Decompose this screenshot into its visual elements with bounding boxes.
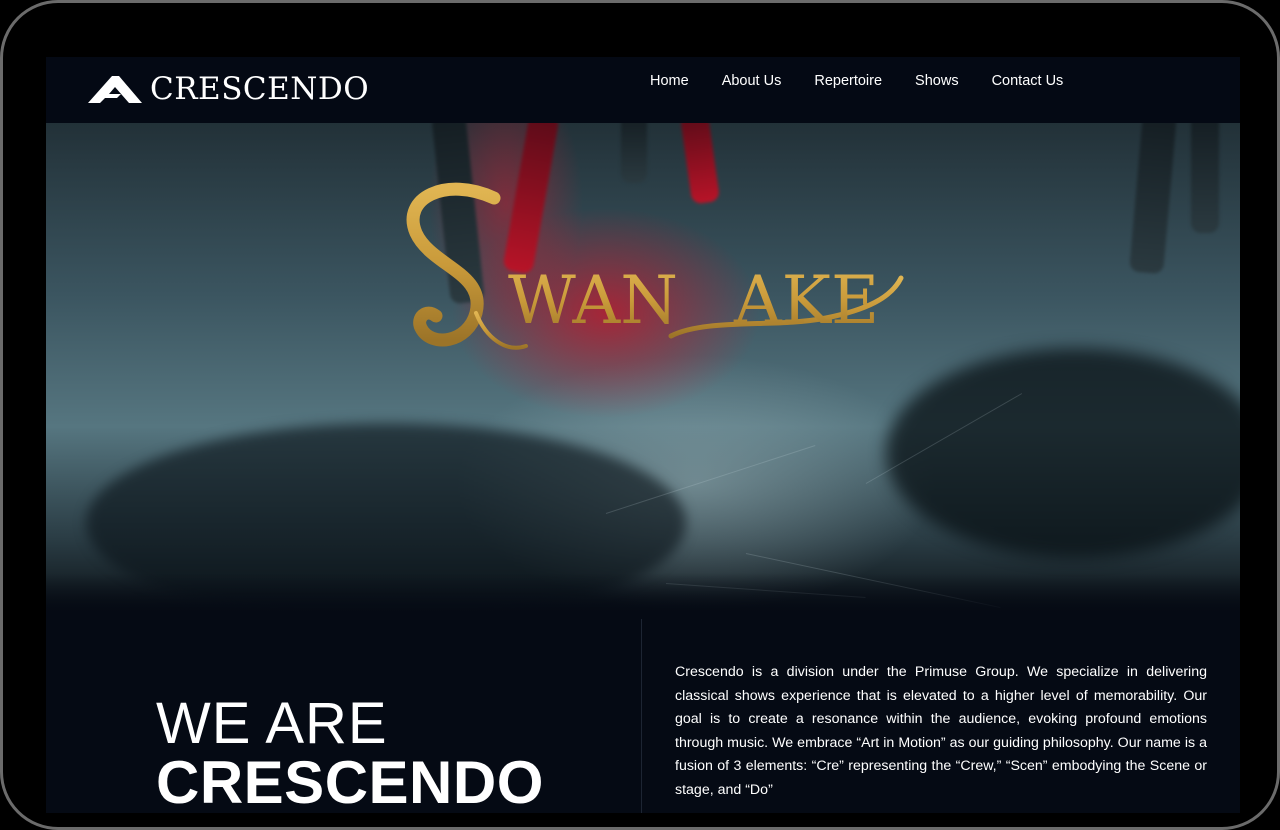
hero-banner: WAN AKE: [46, 123, 1240, 613]
device-frame: CRESCENDO Home About Us Repertoire Shows…: [0, 0, 1280, 830]
logo-text: CRESCENDO: [150, 70, 370, 107]
nav-about-us[interactable]: About Us: [722, 73, 782, 89]
about-description: Crescendo is a division under the Primus…: [675, 664, 1207, 798]
nav-contact-us[interactable]: Contact Us: [992, 73, 1064, 89]
dancer-leg: [621, 123, 647, 183]
about-section: WE ARE CRESCENDO Crescendo is a division…: [46, 613, 1240, 813]
about-heading-bold: CRESCENDO: [156, 749, 544, 813]
browser-screen: CRESCENDO Home About Us Repertoire Shows…: [46, 57, 1240, 813]
hero-fade: [46, 573, 1240, 613]
nav-home[interactable]: Home: [650, 73, 689, 89]
dancer-leg: [1129, 123, 1177, 275]
section-divider: [641, 619, 642, 813]
nav-links: Home About Us Repertoire Shows Contact U…: [650, 71, 1096, 91]
dancer-leg: [1191, 123, 1219, 233]
svg-text:WAN: WAN: [508, 262, 678, 339]
site-logo[interactable]: CRESCENDO: [88, 67, 369, 111]
swan-lake-title: WAN AKE: [406, 182, 904, 350]
svg-text:AKE: AKE: [733, 262, 879, 339]
mountain-chevron-icon: [88, 76, 142, 103]
dancer-shadow-right: [886, 348, 1240, 558]
nav-repertoire[interactable]: Repertoire: [814, 73, 882, 89]
about-heading-light: WE ARE: [156, 691, 388, 756]
nav-shows[interactable]: Shows: [915, 73, 959, 89]
top-navigation: CRESCENDO Home About Us Repertoire Shows…: [46, 57, 1240, 123]
